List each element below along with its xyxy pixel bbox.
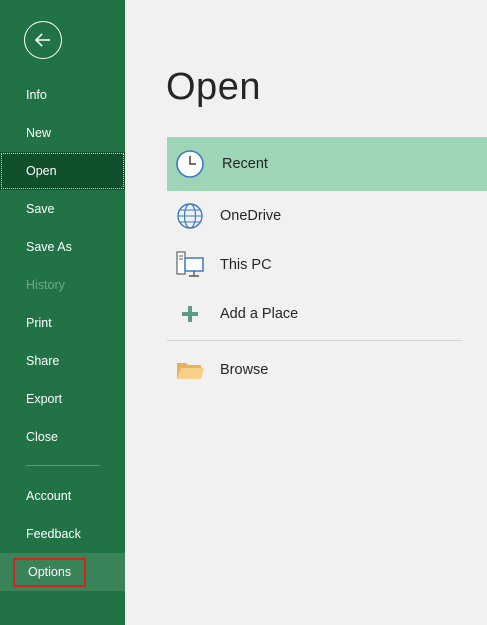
sidebar-item-save[interactable]: Save (0, 190, 125, 228)
sidebar-item-account[interactable]: Account (0, 477, 125, 515)
place-label: Add a Place (220, 305, 299, 322)
place-this-pc[interactable]: This PC (167, 240, 487, 289)
sidebar-item-label: New (26, 126, 52, 140)
sidebar-divider (26, 465, 100, 466)
sidebar-item-label: Info (26, 88, 47, 102)
plus-icon (175, 299, 205, 329)
place-recent[interactable]: Recent (167, 137, 487, 191)
sidebar-nav: Info New Open Save Save As History Print… (0, 76, 125, 591)
sidebar-item-label: Open (26, 164, 57, 178)
sidebar-item-new[interactable]: New (0, 114, 125, 152)
sidebar-item-save-as[interactable]: Save As (0, 228, 125, 266)
sidebar-item-label: Save As (26, 240, 72, 254)
sidebar-item-label: Feedback (26, 527, 81, 541)
back-button[interactable] (24, 21, 62, 59)
place-label: OneDrive (220, 207, 282, 224)
places-divider (167, 340, 463, 341)
sidebar-item-feedback[interactable]: Feedback (0, 515, 125, 553)
place-label: This PC (220, 256, 272, 273)
globe-icon (175, 201, 205, 231)
sidebar-item-label: Save (26, 202, 55, 216)
clock-icon (175, 149, 205, 179)
folder-icon (175, 355, 205, 385)
backstage-sidebar: Info New Open Save Save As History Print… (0, 0, 125, 625)
place-add-a-place[interactable]: Add a Place (167, 289, 487, 338)
sidebar-item-label: Account (26, 489, 72, 503)
sidebar-item-history: History (0, 266, 125, 304)
place-label: Recent (222, 156, 268, 172)
sidebar-item-export[interactable]: Export (0, 380, 125, 418)
sidebar-item-label: History (26, 278, 65, 292)
sidebar-item-label: Share (26, 354, 60, 368)
sidebar-item-label: Close (26, 430, 58, 444)
place-label: Browse (220, 361, 269, 378)
sidebar-item-open[interactable]: Open (0, 152, 125, 190)
sidebar-item-info[interactable]: Info (0, 76, 125, 114)
sidebar-item-share[interactable]: Share (0, 342, 125, 380)
sidebar-item-print[interactable]: Print (0, 304, 125, 342)
sidebar-item-label: Export (26, 392, 63, 406)
page-title: Open (166, 66, 261, 108)
options-highlight-box: Options (13, 557, 86, 587)
sidebar-item-label: Options (28, 565, 72, 579)
computer-icon (175, 250, 205, 280)
sidebar-item-close[interactable]: Close (0, 418, 125, 456)
place-browse[interactable]: Browse (167, 345, 487, 394)
back-arrow-icon (34, 33, 50, 47)
places-list: Recent OneDrive This PC Add a Place Brow… (167, 137, 487, 394)
sidebar-item-options[interactable]: Options (0, 553, 125, 591)
open-panel: Open Recent OneDrive This PC Add a Place… (125, 0, 487, 625)
sidebar-item-label: Print (26, 316, 52, 330)
place-onedrive[interactable]: OneDrive (167, 191, 487, 240)
